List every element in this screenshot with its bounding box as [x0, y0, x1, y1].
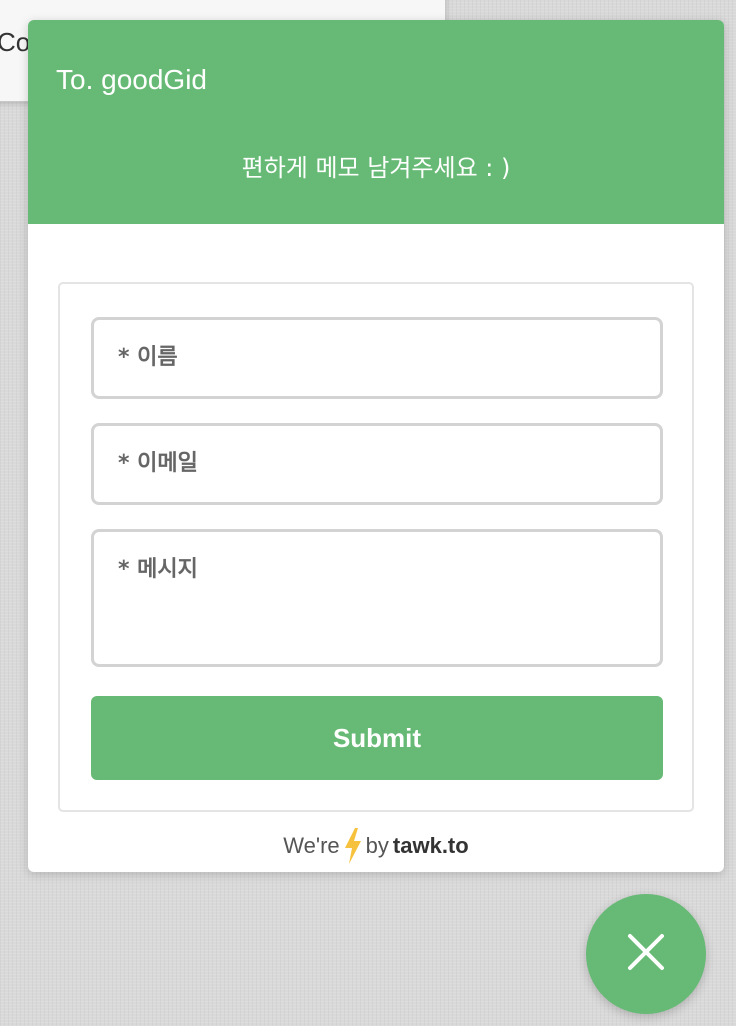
widget-subtitle: 편하게 메모 남겨주세요 : )	[241, 154, 511, 182]
widget-title: To. goodGid	[56, 64, 207, 95]
chat-widget: To. goodGid 편하게 메모 남겨주세요 : ) * 이름 * 이메일 …	[28, 20, 724, 872]
name-input[interactable]: * 이름	[91, 317, 663, 399]
submit-button[interactable]: Submit	[91, 696, 663, 780]
lightning-bolt-icon	[344, 828, 362, 864]
email-input[interactable]: * 이메일	[91, 423, 663, 505]
close-icon	[626, 932, 666, 977]
close-chat-button[interactable]	[586, 894, 706, 1014]
widget-header: To. goodGid 편하게 메모 남겨주세요 : )	[28, 20, 724, 224]
powered-by-text: by	[365, 833, 389, 858]
contact-form: * 이름 * 이메일 * 메시지 Submit	[58, 282, 694, 812]
message-textarea[interactable]: * 메시지	[91, 529, 663, 667]
powered-prefix: We're	[283, 833, 340, 858]
powered-by-footer[interactable]: We're by tawk.to	[28, 828, 724, 864]
background-page-text: Co	[0, 27, 31, 57]
tawk-to-brand: tawk.to	[392, 833, 469, 858]
